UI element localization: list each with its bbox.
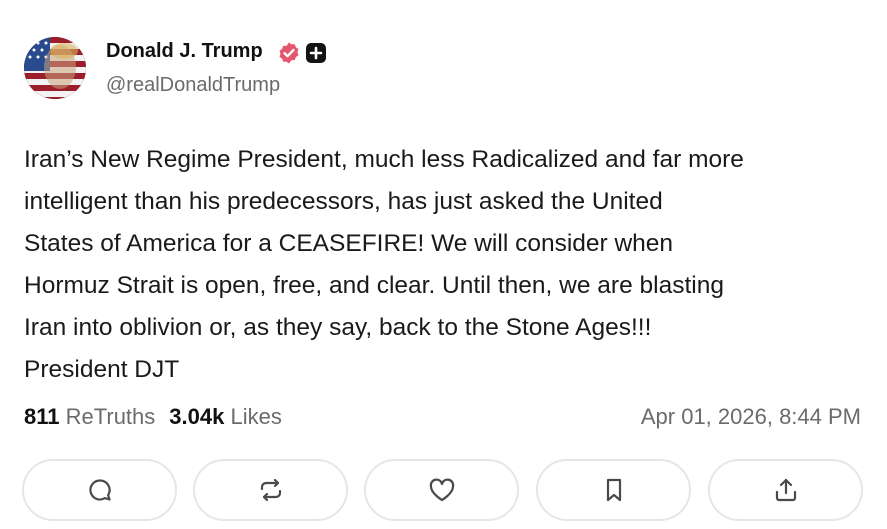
retruths-count: 811	[24, 404, 60, 429]
post-line: Iran into oblivion or, as they say, back…	[24, 314, 652, 341]
post-line: States of America for a CEASEFIRE! We wi…	[24, 230, 674, 257]
reply-icon	[88, 479, 111, 501]
like-button[interactable]	[364, 459, 519, 521]
post-timestamp[interactable]: Apr 01, 2026, 8:44 PM	[641, 404, 861, 430]
likes-count: 3.04k	[169, 404, 225, 429]
post-line: Hormuz Strait is open, free, and clear. …	[24, 272, 724, 299]
retruths-stat[interactable]: 811 ReTruths	[24, 404, 155, 429]
post-body: Iran’s New Regime President, much less R…	[24, 139, 869, 391]
like-heart-icon	[429, 478, 454, 502]
reply-button[interactable]	[22, 459, 177, 521]
post-line: Iran’s New Regime President, much less R…	[24, 146, 744, 173]
share-button[interactable]	[708, 459, 863, 521]
bookmark-icon	[606, 478, 621, 502]
engagement-stats: 811 ReTruths 3.04k Likes	[24, 404, 282, 430]
author-handle[interactable]: @realDonaldTrump	[106, 74, 280, 97]
author-name[interactable]: Donald J. Trump	[106, 40, 263, 63]
plus-badge-icon	[306, 43, 326, 63]
bookmark-button[interactable]	[536, 459, 691, 521]
post-card: Donald J. Trump @realDonaldTrump Iran’s …	[0, 0, 887, 529]
verified-badge-icon	[279, 42, 299, 64]
likes-label: Likes	[230, 404, 282, 429]
retruth-icon	[260, 478, 281, 502]
retruth-button[interactable]	[193, 459, 348, 521]
post-line: President DJT	[24, 356, 180, 383]
action-bar	[22, 459, 864, 525]
retruths-label: ReTruths	[65, 404, 156, 429]
post-line: intelligent than his predecessors, has j…	[24, 188, 663, 215]
avatar-image	[24, 37, 86, 99]
share-icon	[775, 478, 796, 502]
avatar[interactable]	[24, 37, 86, 99]
likes-stat[interactable]: 3.04k Likes	[169, 404, 282, 429]
